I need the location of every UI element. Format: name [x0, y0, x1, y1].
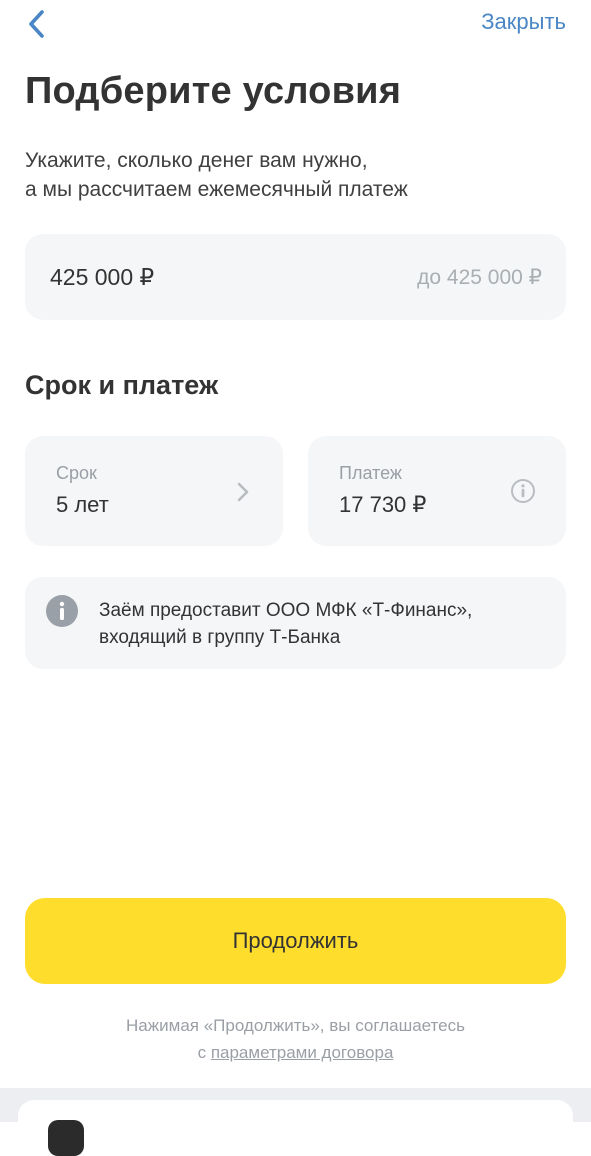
bottom-sheet[interactable]: [18, 1100, 573, 1156]
legal-prefix: с: [197, 1043, 211, 1062]
chevron-left-icon: [29, 10, 44, 38]
notice-line: входящий в группу Т-Банка: [99, 627, 341, 648]
contract-terms-link[interactable]: параметрами договора: [211, 1043, 394, 1062]
legal-line-2: с параметрами договора: [0, 1039, 591, 1066]
back-button[interactable]: [22, 6, 54, 42]
info-icon[interactable]: [510, 478, 536, 504]
notice-text: Заём предоставит ООО МФК «Т-Финанс», вхо…: [99, 597, 549, 651]
section-title-term-payment: Срок и платеж: [25, 370, 219, 400]
info-filled-icon: [46, 595, 78, 627]
legal-line: Нажимая «Продолжить», вы соглашаетесь: [126, 1016, 465, 1035]
lender-notice: Заём предоставит ООО МФК «Т-Финанс», вхо…: [25, 577, 566, 669]
loan-amount-limit: до 425 000 ₽: [417, 266, 542, 289]
payment-label: Платеж: [339, 463, 402, 483]
top-bar: Закрыть: [0, 0, 591, 50]
payment-card: Платеж 17 730 ₽: [308, 436, 566, 546]
subtitle-line: Укажите, сколько денег вам нужно,: [25, 149, 368, 172]
subtitle-line: а мы рассчитаем ежемесячный платеж: [25, 178, 408, 201]
term-value: 5 лет: [56, 492, 109, 517]
payment-value: 17 730 ₽: [339, 492, 427, 517]
sheet-icon: [48, 1120, 84, 1156]
loan-amount-field[interactable]: 425 000 ₽ до 425 000 ₽: [25, 234, 566, 320]
loan-amount-value[interactable]: 425 000 ₽: [50, 264, 154, 291]
chevron-right-icon: [237, 482, 249, 502]
term-label: Срок: [56, 463, 97, 483]
legal-disclaimer: Нажимая «Продолжить», вы соглашаетесь с …: [0, 1012, 591, 1066]
term-selector[interactable]: Срок 5 лет: [25, 436, 283, 546]
close-button[interactable]: Закрыть: [481, 9, 566, 35]
page-subtitle: Укажите, сколько денег вам нужно, а мы р…: [25, 146, 565, 204]
notice-line: Заём предоставит ООО МФК «Т-Финанс»,: [99, 600, 473, 621]
page-title: Подберите условия: [25, 70, 402, 112]
continue-button[interactable]: Продолжить: [25, 898, 566, 984]
